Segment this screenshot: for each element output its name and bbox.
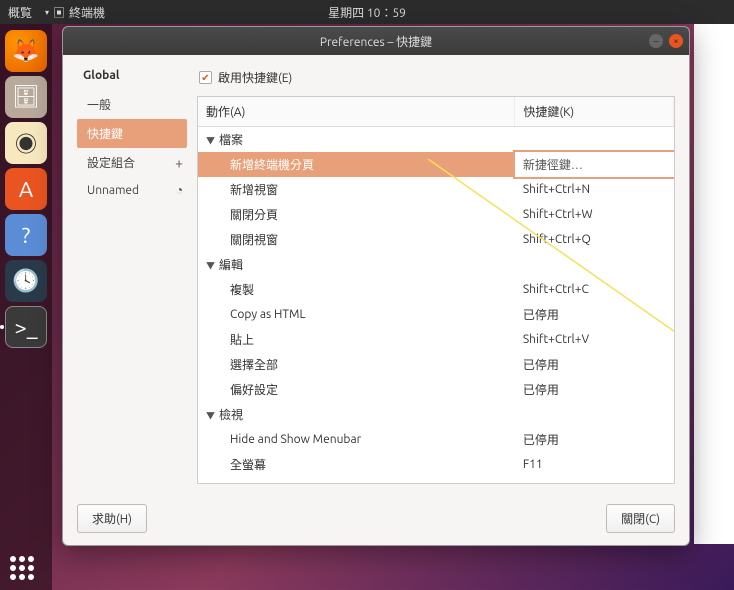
- software-icon[interactable]: A: [5, 168, 47, 210]
- action-cell: 貼上: [198, 327, 515, 352]
- close-button[interactable]: ×: [669, 34, 683, 48]
- enable-shortcuts-label: 啟用快捷鍵(E): [218, 69, 292, 86]
- shortcut-cell[interactable]: 已停用: [515, 377, 674, 402]
- preferences-window: Preferences – 快捷鍵 – × Global 一般 快捷鍵 設定組合…: [62, 26, 690, 546]
- shortcut-row[interactable]: 新增視窗Shift+Ctrl+N: [198, 177, 674, 202]
- minimize-button[interactable]: –: [649, 34, 663, 48]
- shortcut-row[interactable]: 關閉視窗Shift+Ctrl+Q: [198, 227, 674, 252]
- files-icon[interactable]: 🗄: [5, 76, 47, 118]
- sidebar-section-profiles: 設定組合 +: [77, 148, 187, 177]
- shortcut-row[interactable]: 新增終端機分頁新捷徑鍵…: [198, 152, 674, 177]
- terminal-small-icon: ▣: [53, 4, 65, 21]
- enable-shortcuts-checkbox[interactable]: ✔: [199, 71, 212, 84]
- shortcut-row[interactable]: Hide and Show Menubar已停用: [198, 427, 674, 452]
- shortcut-row[interactable]: 複製Shift+Ctrl+C: [198, 277, 674, 302]
- action-cell: 偏好設定: [198, 377, 515, 402]
- group-row[interactable]: 編輯: [198, 252, 674, 277]
- sidebar-item-shortcuts[interactable]: 快捷鍵: [77, 119, 187, 148]
- shortcut-row[interactable]: 關閉分頁Shift+Ctrl+W: [198, 202, 674, 227]
- shortcut-row[interactable]: 選擇全部已停用: [198, 352, 674, 377]
- action-cell: 選擇全部: [198, 352, 515, 377]
- close-dialog-button[interactable]: 關閉(C): [606, 504, 675, 533]
- shortcut-cell[interactable]: Shift+Ctrl+N: [515, 177, 674, 202]
- clocks-icon[interactable]: 🕓: [5, 260, 47, 302]
- action-cell: 關閉視窗: [198, 227, 515, 252]
- action-cell: 新增視窗: [198, 177, 515, 202]
- col-shortcut[interactable]: 快捷鍵(K): [515, 97, 674, 127]
- group-row[interactable]: 檔案: [198, 127, 674, 153]
- action-cell: 新增終端機分頁: [198, 152, 515, 177]
- col-action[interactable]: 動作(A): [198, 97, 515, 127]
- shortcut-cell[interactable]: 已停用: [515, 352, 674, 377]
- shortcut-row[interactable]: 貼上Shift+Ctrl+V: [198, 327, 674, 352]
- shortcut-cell[interactable]: Shift+Ctrl+C: [515, 277, 674, 302]
- shortcut-cell[interactable]: 已停用: [515, 302, 674, 327]
- terminal-icon[interactable]: >_: [5, 306, 47, 348]
- action-cell: 複製: [198, 277, 515, 302]
- shortcut-row[interactable]: 拉近Ctrl++: [198, 477, 674, 484]
- shortcut-cell[interactable]: F11: [515, 452, 674, 477]
- top-panel: 概覧 ▣ 終端機 星期四 10：59: [0, 0, 734, 24]
- titlebar[interactable]: Preferences – 快捷鍵 – ×: [63, 27, 689, 55]
- group-row[interactable]: 檢視: [198, 402, 674, 427]
- dock: 🦊 🗄 ◉ A ? 🕓 >_: [0, 24, 52, 590]
- action-cell: Hide and Show Menubar: [198, 427, 515, 452]
- shortcut-cell[interactable]: 新捷徑鍵…: [515, 152, 674, 177]
- shortcut-row[interactable]: Copy as HTML已停用: [198, 302, 674, 327]
- app-menu[interactable]: ▣ 終端機: [42, 4, 105, 21]
- sidebar-item-unnamed[interactable]: Unnamed ◔: [77, 177, 187, 203]
- rhythmbox-icon[interactable]: ◉: [5, 122, 47, 164]
- shortcut-cell[interactable]: Shift+Ctrl+W: [515, 202, 674, 227]
- shortcut-cell[interactable]: Ctrl++: [515, 477, 674, 484]
- add-profile-button[interactable]: +: [175, 155, 183, 171]
- show-apps-icon[interactable]: [10, 556, 34, 580]
- profile-default-icon: ◔: [176, 183, 183, 197]
- action-cell: 全螢幕: [198, 452, 515, 477]
- background-mask: [694, 24, 734, 544]
- shortcut-row[interactable]: 偏好設定已停用: [198, 377, 674, 402]
- sidebar: Global 一般 快捷鍵 設定組合 + Unnamed ◔: [77, 65, 187, 484]
- action-cell: Copy as HTML: [198, 302, 515, 327]
- clock-label[interactable]: 星期四 10：59: [328, 4, 406, 21]
- shortcuts-table[interactable]: 動作(A) 快捷鍵(K) 檔案新增終端機分頁新捷徑鍵…新增視窗Shift+Ctr…: [197, 96, 675, 484]
- action-cell: 關閉分頁: [198, 202, 515, 227]
- window-title: Preferences – 快捷鍵: [320, 33, 432, 50]
- help-icon[interactable]: ?: [5, 214, 47, 256]
- shortcut-row[interactable]: 全螢幕F11: [198, 452, 674, 477]
- shortcut-cell[interactable]: 已停用: [515, 427, 674, 452]
- activities-button[interactable]: 概覧: [8, 4, 32, 21]
- action-cell: 拉近: [198, 477, 515, 484]
- main-panel: ✔ 啟用快捷鍵(E) 動作(A) 快捷鍵(K) 檔案新增終端機分頁新捷徑鍵…新增…: [197, 65, 675, 484]
- help-button[interactable]: 求助(H): [77, 504, 147, 533]
- sidebar-item-general[interactable]: 一般: [77, 90, 187, 119]
- shortcut-cell[interactable]: Shift+Ctrl+Q: [515, 227, 674, 252]
- sidebar-section-global: Global: [77, 65, 187, 90]
- firefox-icon[interactable]: 🦊: [5, 30, 47, 72]
- shortcut-cell[interactable]: Shift+Ctrl+V: [515, 327, 674, 352]
